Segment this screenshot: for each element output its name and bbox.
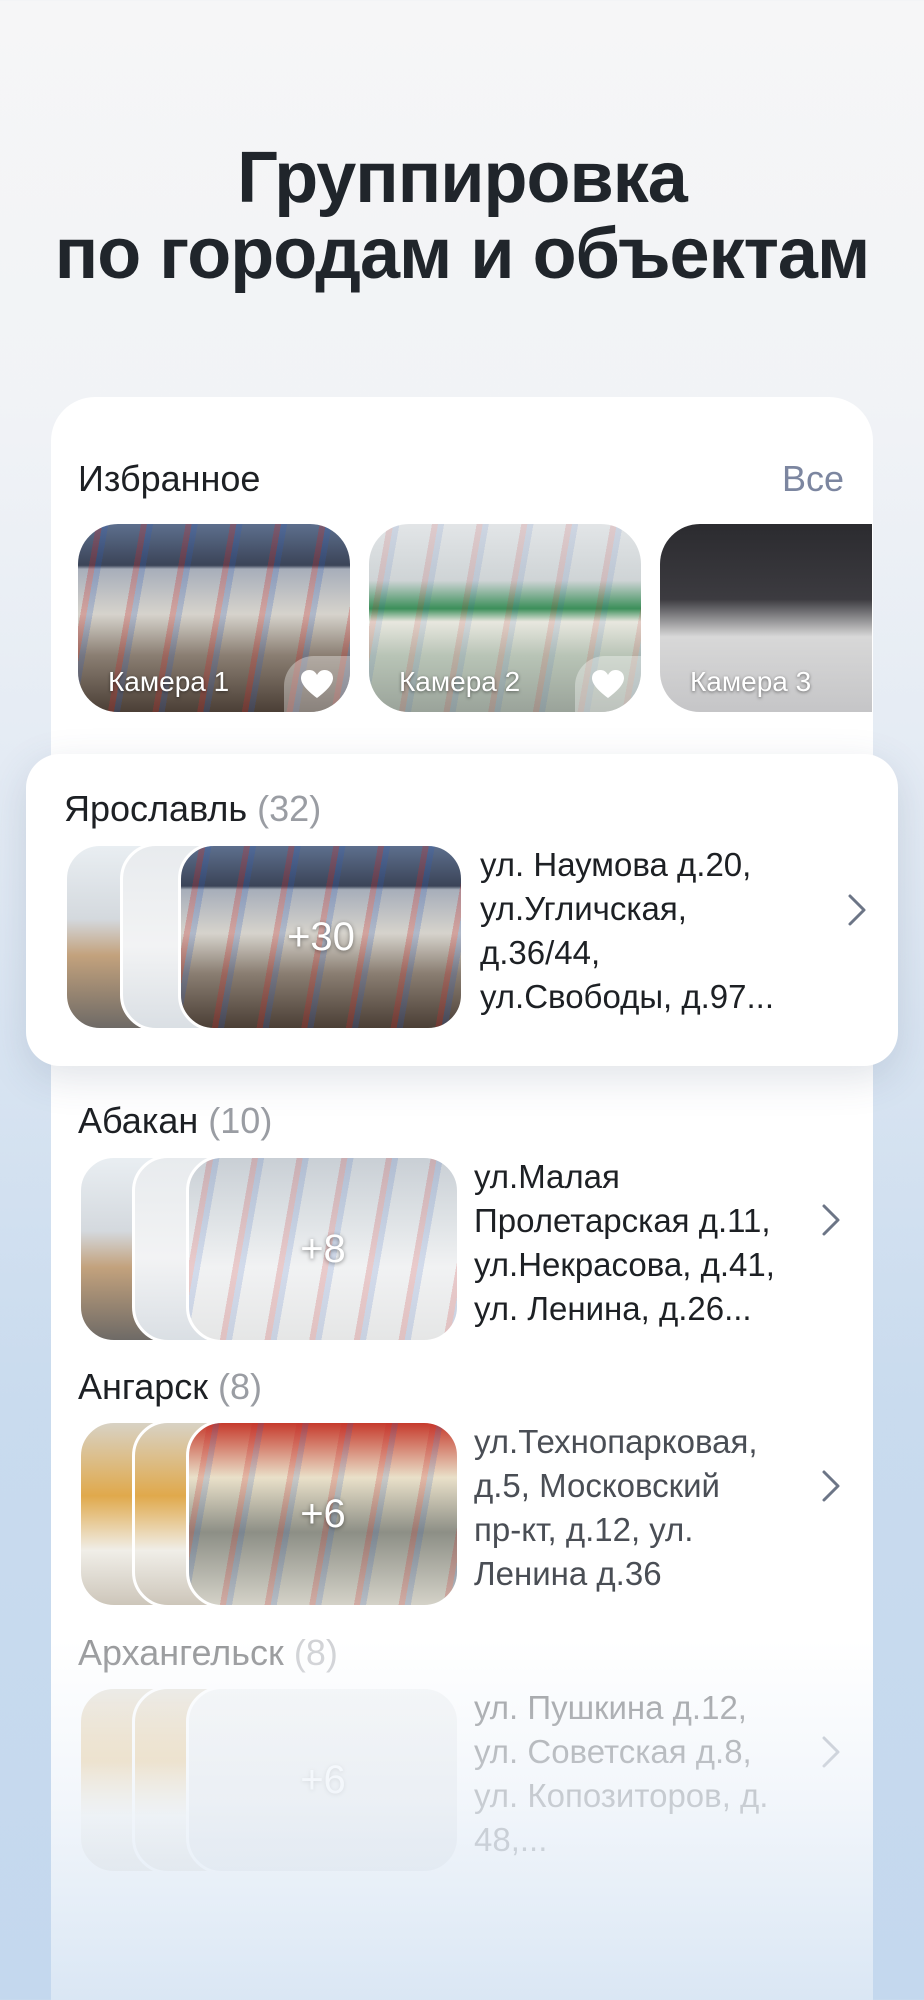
city-title-arkhangelsk: Архангельск (8) [78,1632,338,1674]
chevron-right-icon[interactable] [810,1200,850,1240]
photo-thumb: +8 [186,1155,460,1343]
photo-thumb: +30 [178,843,464,1031]
chevron-right-icon[interactable] [810,1732,850,1772]
city-addresses: ул.Малая Пролетарская д.11, ул.Некрасова… [474,1155,794,1331]
city-name: Ангарск [78,1366,209,1407]
more-count: +6 [300,1491,346,1536]
city-name: Ярославль [64,788,248,829]
address-line: ул.Некрасова, д.41, [474,1246,775,1283]
city-photo-stack: +6 [78,1686,460,1874]
city-addresses: ул. Наумова д.20, ул.Угличская, д.36/44,… [480,843,800,1019]
address-line: ул. Копозиторов, д. [474,1777,769,1814]
city-title-abakan: Абакан (10) [78,1100,272,1142]
city-count: (8) [218,1366,263,1407]
city-title-yaroslavl: Ярославль (32) [64,788,321,830]
chevron-right-icon[interactable] [836,890,876,930]
city-photo-stack[interactable]: +6 [78,1420,460,1608]
camera-card-1[interactable]: Камера 1 [78,524,350,712]
address-line: ул. Советская д.8, [474,1733,752,1770]
address-line: Пролетарская д.11, [474,1202,771,1239]
address-line: д.5, Московский [474,1467,720,1504]
headline-line-1: Группировка [237,138,688,218]
favorites-title: Избранное [78,458,261,499]
address-line: пр-кт, д.12, ул. [474,1511,694,1548]
city-count: (8) [293,1632,338,1673]
city-name: Абакан [78,1100,199,1141]
heart-icon[interactable] [284,656,350,712]
address-line: ул.Технопарковая, [474,1423,758,1460]
city-addresses: ул.Технопарковая, д.5, Московский пр-кт,… [474,1420,794,1596]
camera-label: Камера 1 [108,666,230,697]
favorites-all-link[interactable]: Все [782,458,844,500]
address-line: д.36/44, [480,934,601,971]
chevron-right-icon[interactable] [810,1466,850,1506]
address-line: ул. Ленина, д.26... [474,1290,752,1327]
camera-label: Камера 3 [690,666,812,697]
city-name: Архангельск [78,1632,284,1673]
city-title-angarsk: Ангарск (8) [78,1366,262,1408]
photo-thumb: +6 [186,1686,460,1874]
city-count: (10) [208,1100,273,1141]
city-addresses: ул. Пушкина д.12, ул. Советская д.8, ул.… [474,1686,794,1862]
favorites-carousel[interactable]: Камера 1 Камера 2 Камера 3 [78,524,872,714]
address-line: 48,... [474,1821,548,1858]
more-count: +30 [287,914,355,959]
city-photo-stack[interactable]: +8 [78,1155,460,1343]
more-count: +6 [300,1757,346,1802]
address-line: ул.Свободы, д.97... [480,978,775,1015]
camera-card-3[interactable]: Камера 3 [660,524,872,712]
address-line: ул. Наумова д.20, [480,846,752,883]
camera-label: Камера 2 [399,666,521,697]
city-count: (32) [257,788,322,829]
camera-card-2[interactable]: Камера 2 [369,524,641,712]
address-line: ул. Пушкина д.12, [474,1689,747,1726]
headline-line-2: по городам и объектам [54,214,870,294]
address-line: ул.Малая [474,1158,620,1195]
more-count: +8 [300,1226,346,1271]
page-headline: Группировка по городам и объектам [0,140,924,292]
photo-thumb: +6 [186,1420,460,1608]
address-line: ул.Угличская, [480,890,687,927]
heart-icon[interactable] [575,656,641,712]
address-line: Ленина д.36 [474,1555,662,1592]
city-photo-stack: +30 [64,843,464,1031]
